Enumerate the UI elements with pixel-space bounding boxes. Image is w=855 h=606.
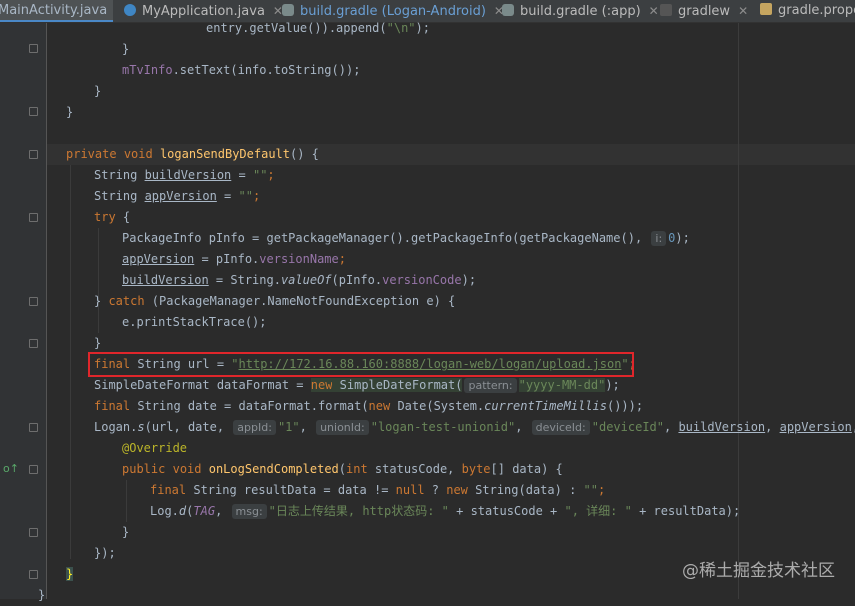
tab-label: build.gradle (:app)	[520, 4, 641, 19]
code-line[interactable]: }	[66, 102, 73, 123]
code-line[interactable]: @Override	[122, 438, 187, 459]
code-line[interactable]: });	[94, 543, 116, 564]
indent-guide	[70, 165, 71, 559]
tab-gradlew[interactable]: gradlew ✕	[656, 0, 756, 22]
param-hint: i:	[651, 231, 667, 246]
code-line[interactable]: }	[122, 39, 129, 60]
code-line[interactable]: final String date = dataFormat.format(ne…	[94, 396, 643, 417]
code-line[interactable]: try {	[94, 207, 130, 228]
code-line[interactable]: }	[122, 522, 129, 543]
close-icon[interactable]: ✕	[738, 4, 748, 18]
code-line[interactable]: appVersion = pInfo.versionName;	[122, 249, 346, 270]
watermark: @稀土掘金技术社区	[682, 561, 835, 581]
code-line[interactable]: } catch (PackageManager.NameNotFoundExce…	[94, 291, 455, 312]
fold-marker-icon[interactable]	[29, 528, 38, 537]
code-line[interactable]: }	[94, 81, 101, 102]
code-line[interactable]: e.printStackTrace();	[122, 312, 267, 333]
tab-label: MainActivity.java	[0, 3, 108, 18]
fold-marker-icon[interactable]	[29, 465, 38, 474]
fold-marker-icon[interactable]	[29, 213, 38, 222]
tab-gradle-properties[interactable]: gradle.proper	[756, 0, 855, 22]
code-line[interactable]: }	[94, 333, 101, 354]
tab-label: gradle.proper	[778, 3, 855, 18]
gradle-elephant-icon	[502, 4, 514, 16]
properties-file-icon	[760, 3, 772, 15]
fold-marker-icon[interactable]	[29, 44, 38, 53]
code-line[interactable]: }	[66, 564, 74, 585]
terminal-script-icon	[660, 4, 672, 16]
code-line[interactable]: Log.d(TAG, msg: "日志上传结果, http状态码: " + sta…	[150, 501, 740, 522]
java-class-icon	[124, 4, 136, 16]
fold-marker-icon[interactable]	[29, 423, 38, 432]
code-line[interactable]: public void onLogSendCompleted(int statu…	[122, 459, 563, 480]
fold-marker-icon[interactable]	[29, 339, 38, 348]
param-hint: appId:	[233, 420, 276, 435]
code-line[interactable]: private void loganSendByDefault() {	[66, 144, 319, 165]
fold-marker-icon[interactable]	[29, 297, 38, 306]
tab-label: gradlew	[678, 4, 731, 19]
param-hint: deviceId:	[531, 420, 590, 435]
override-method-icon[interactable]: o↑	[3, 462, 19, 475]
indent-guide	[98, 228, 99, 333]
param-hint: unionId:	[316, 420, 369, 435]
param-hint: pattern:	[464, 378, 517, 393]
code-line[interactable]: final String resultData = data != null ?…	[150, 480, 605, 501]
code-line[interactable]: Logan.s(url, date, appId: "1", unionId: "l…	[94, 417, 855, 438]
code-line[interactable]: String appVersion = "";	[94, 186, 260, 207]
code-line[interactable]: SimpleDateFormat dataFormat = new Simple…	[94, 375, 620, 396]
gradle-elephant-icon	[282, 4, 294, 16]
param-hint: msg:	[231, 504, 267, 519]
code-line[interactable]: mTvInfo.setText(info.toString());	[122, 60, 360, 81]
url-highlight-box	[88, 352, 634, 377]
fold-marker-icon[interactable]	[29, 150, 38, 159]
tab-label: build.gradle (Logan-Android)	[300, 4, 486, 19]
code-line[interactable]: entry.getValue()).append("\n");	[206, 18, 430, 39]
code-line[interactable]: }	[38, 585, 45, 606]
code-line[interactable]: String buildVersion = "";	[94, 165, 275, 186]
editor-gutter	[0, 23, 47, 599]
tab-label: MyApplication.java	[142, 4, 265, 19]
code-line[interactable]: PackageInfo pInfo = getPackageManager().…	[122, 228, 690, 249]
tab-mainactivity-java[interactable]: MainActivity.java	[0, 0, 113, 22]
fold-marker-icon[interactable]	[29, 107, 38, 116]
tab-build-gradle-app[interactable]: build.gradle (:app) ✕	[498, 0, 659, 22]
code-line[interactable]: buildVersion = String.valueOf(pInfo.vers…	[122, 270, 476, 291]
fold-marker-icon[interactable]	[29, 570, 38, 579]
indent-guide	[126, 480, 127, 522]
